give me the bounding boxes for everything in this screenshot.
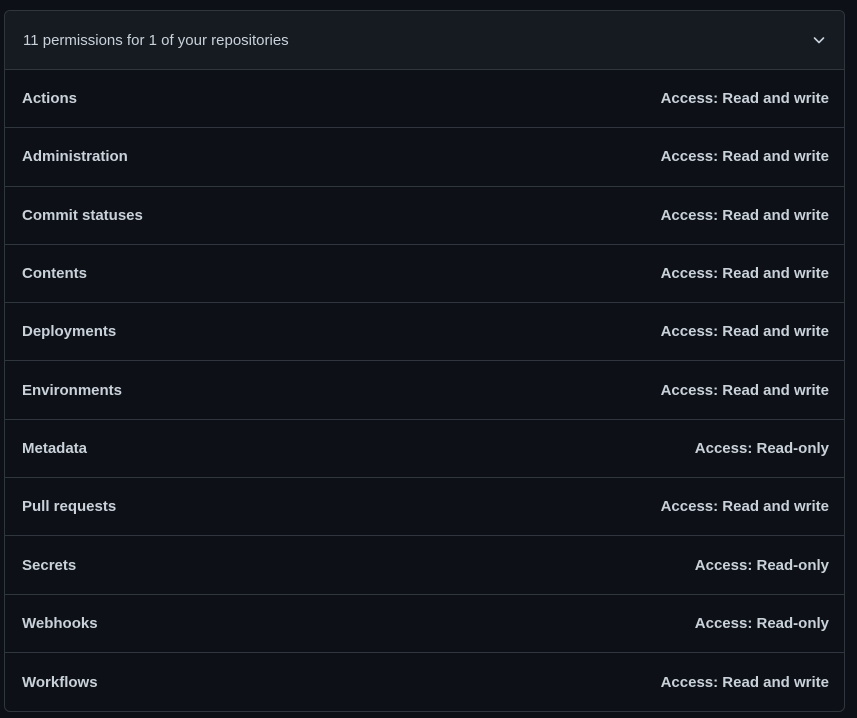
permission-row-workflows: Workflows Access: Read and write — [5, 653, 844, 711]
permissions-summary-title: 11 permissions for 1 of your repositorie… — [23, 31, 289, 49]
permission-access: Access: Read-only — [694, 439, 829, 457]
permission-access: Access: Read and write — [660, 148, 829, 166]
permissions-list: Actions Access: Read and write Administr… — [5, 70, 844, 711]
permission-name: Secrets — [22, 556, 77, 574]
permission-row-deployments: Deployments Access: Read and write — [5, 303, 844, 362]
permission-row-metadata: Metadata Access: Read-only — [5, 420, 844, 479]
permission-access: Access: Read and write — [660, 673, 829, 691]
permission-name: Deployments — [22, 323, 117, 341]
permission-access: Access: Read and write — [660, 265, 829, 283]
chevron-down-icon[interactable] — [811, 32, 827, 48]
permission-row-pull-requests: Pull requests Access: Read and write — [5, 478, 844, 537]
permission-row-administration: Administration Access: Read and write — [5, 128, 844, 187]
permission-name: Contents — [22, 265, 87, 283]
permission-access: Access: Read and write — [660, 90, 829, 108]
permission-access: Access: Read and write — [660, 381, 829, 399]
permission-row-environments: Environments Access: Read and write — [5, 361, 844, 420]
permission-name: Webhooks — [22, 614, 98, 632]
permission-row-contents: Contents Access: Read and write — [5, 245, 844, 304]
permission-access: Access: Read and write — [660, 323, 829, 341]
permission-name: Environments — [22, 381, 123, 399]
permission-access: Access: Read-only — [694, 614, 829, 632]
permission-name: Actions — [22, 90, 78, 108]
permissions-panel: 11 permissions for 1 of your repositorie… — [4, 10, 845, 712]
permission-row-webhooks: Webhooks Access: Read-only — [5, 595, 844, 653]
permission-name: Commit statuses — [22, 206, 143, 224]
permission-access: Access: Read-only — [694, 556, 829, 574]
permission-access: Access: Read and write — [660, 206, 829, 224]
permission-row-secrets: Secrets Access: Read-only — [5, 536, 844, 595]
permission-name: Metadata — [22, 439, 88, 457]
permissions-summary-toggle[interactable]: 11 permissions for 1 of your repositorie… — [5, 11, 844, 70]
permission-access: Access: Read and write — [660, 498, 829, 516]
permission-name: Workflows — [22, 673, 98, 691]
permission-name: Administration — [22, 148, 128, 166]
permission-row-actions: Actions Access: Read and write — [5, 70, 844, 129]
permission-name: Pull requests — [22, 498, 117, 516]
permission-row-commit-statuses: Commit statuses Access: Read and write — [5, 187, 844, 245]
